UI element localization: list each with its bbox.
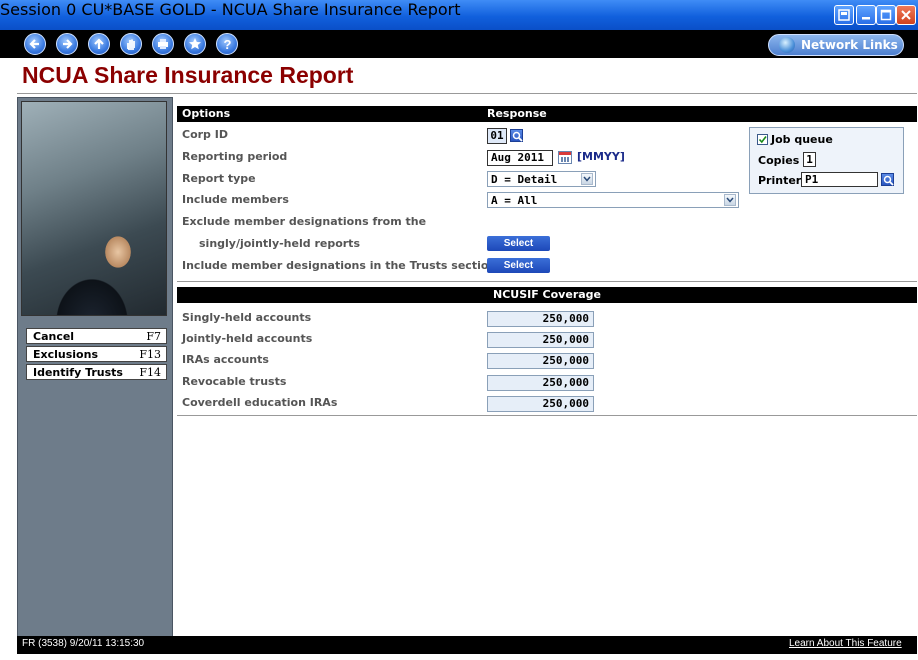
forward-icon[interactable] <box>56 33 78 55</box>
learn-about-link[interactable]: Learn About This Feature <box>789 638 902 649</box>
session-status: FR (3538) 9/20/11 13:15:30 <box>22 638 145 649</box>
corp-id-lookup-icon[interactable] <box>510 129 523 142</box>
print-icon[interactable] <box>152 33 174 55</box>
include-trusts-select-button[interactable]: Select <box>487 258 550 273</box>
help-icon[interactable]: ? <box>216 33 238 55</box>
corp-id-field[interactable]: 01 <box>487 128 507 144</box>
job-queue-label: Job queue <box>771 133 833 146</box>
fkey-cancel[interactable]: Cancel F7 <box>26 328 167 344</box>
fkey-label: Identify Trusts <box>33 366 123 379</box>
copies-label: Copies <box>758 154 800 167</box>
fkey-exclusions[interactable]: Exclusions F13 <box>26 346 167 362</box>
report-type-label: Report type <box>182 172 256 185</box>
coverage-header-label: NCUSIF Coverage <box>492 288 601 301</box>
include-members-select[interactable]: A = All <box>487 192 739 208</box>
up-icon[interactable] <box>88 33 110 55</box>
copies-field[interactable]: 1 <box>803 152 816 167</box>
coverage-row-label: Singly-held accounts <box>182 311 312 324</box>
fkey-label: Exclusions <box>33 348 98 361</box>
title-divider <box>17 93 917 94</box>
svg-text:?: ? <box>224 37 232 52</box>
back-icon[interactable] <box>24 33 46 55</box>
sidebar-photo <box>21 101 167 316</box>
include-members-label: Include members <box>182 193 289 206</box>
options-header-label: Options <box>182 107 231 120</box>
printer-lookup-icon[interactable] <box>881 173 894 186</box>
coverage-row-label: Coverdell education IRAs <box>182 396 338 409</box>
report-type-value: D = Detail <box>491 173 558 186</box>
coverage-value-field[interactable]: 250,000 <box>487 332 594 348</box>
fkey-key: F7 <box>146 330 161 343</box>
status-bar <box>17 636 917 654</box>
exclude-designations-label: Exclude member designations from the <box>182 215 427 228</box>
page-title: NCUA Share Insurance Report <box>22 62 354 88</box>
options-header: Options Response <box>177 106 917 122</box>
include-trusts-label: Include member designations in the Trust… <box>182 259 497 272</box>
coverage-value-field[interactable]: 250,000 <box>487 396 594 412</box>
fkey-identify-trusts[interactable]: Identify Trusts F14 <box>26 364 167 380</box>
exclude-select-button[interactable]: Select <box>487 236 550 251</box>
exclude-designations-label-2: singly/jointly-held reports <box>199 237 360 250</box>
coverage-value-field[interactable]: 250,000 <box>487 375 594 391</box>
network-links-label: Network Links <box>801 38 898 52</box>
printer-field[interactable]: P1 <box>801 172 878 187</box>
chevron-down-icon[interactable] <box>581 173 593 185</box>
favorite-icon[interactable] <box>184 33 206 55</box>
coverage-value-field[interactable]: 250,000 <box>487 311 594 327</box>
printer-label: Printer <box>758 174 802 187</box>
fkey-key: F13 <box>139 348 161 361</box>
chevron-down-icon[interactable] <box>724 194 736 206</box>
coverage-header: NCUSIF Coverage <box>177 287 917 303</box>
reporting-period-label: Reporting period <box>182 150 288 163</box>
report-type-select[interactable]: D = Detail <box>487 171 596 187</box>
fkey-key: F14 <box>139 366 161 379</box>
coverage-row-label: Jointly-held accounts <box>182 332 313 345</box>
coverage-row-label: IRAs accounts <box>182 353 269 366</box>
period-format-hint: [MMYY] <box>577 150 625 163</box>
window-title: Session 0 CU*BASE GOLD - NCUA Share Insu… <box>0 0 461 19</box>
response-header-label: Response <box>487 107 547 120</box>
fkey-label: Cancel <box>33 330 75 343</box>
coverage-row-label: Revocable trusts <box>182 375 287 388</box>
hand-icon[interactable] <box>120 33 142 55</box>
corp-id-label: Corp ID <box>182 128 228 141</box>
close-icon[interactable] <box>896 5 916 25</box>
globe-icon <box>779 37 795 53</box>
maximize-icon[interactable] <box>876 5 896 25</box>
section-divider <box>177 281 917 282</box>
minimize-icon[interactable] <box>856 5 876 25</box>
restore-icon[interactable] <box>834 5 854 25</box>
calendar-icon[interactable] <box>558 151 572 164</box>
network-links-button[interactable]: Network Links <box>768 34 904 56</box>
job-queue-checkbox[interactable] <box>757 134 768 145</box>
section-divider <box>177 415 917 416</box>
coverage-value-field[interactable]: 250,000 <box>487 353 594 369</box>
include-members-value: A = All <box>491 194 538 207</box>
reporting-period-field[interactable]: Aug 2011 <box>487 150 553 166</box>
